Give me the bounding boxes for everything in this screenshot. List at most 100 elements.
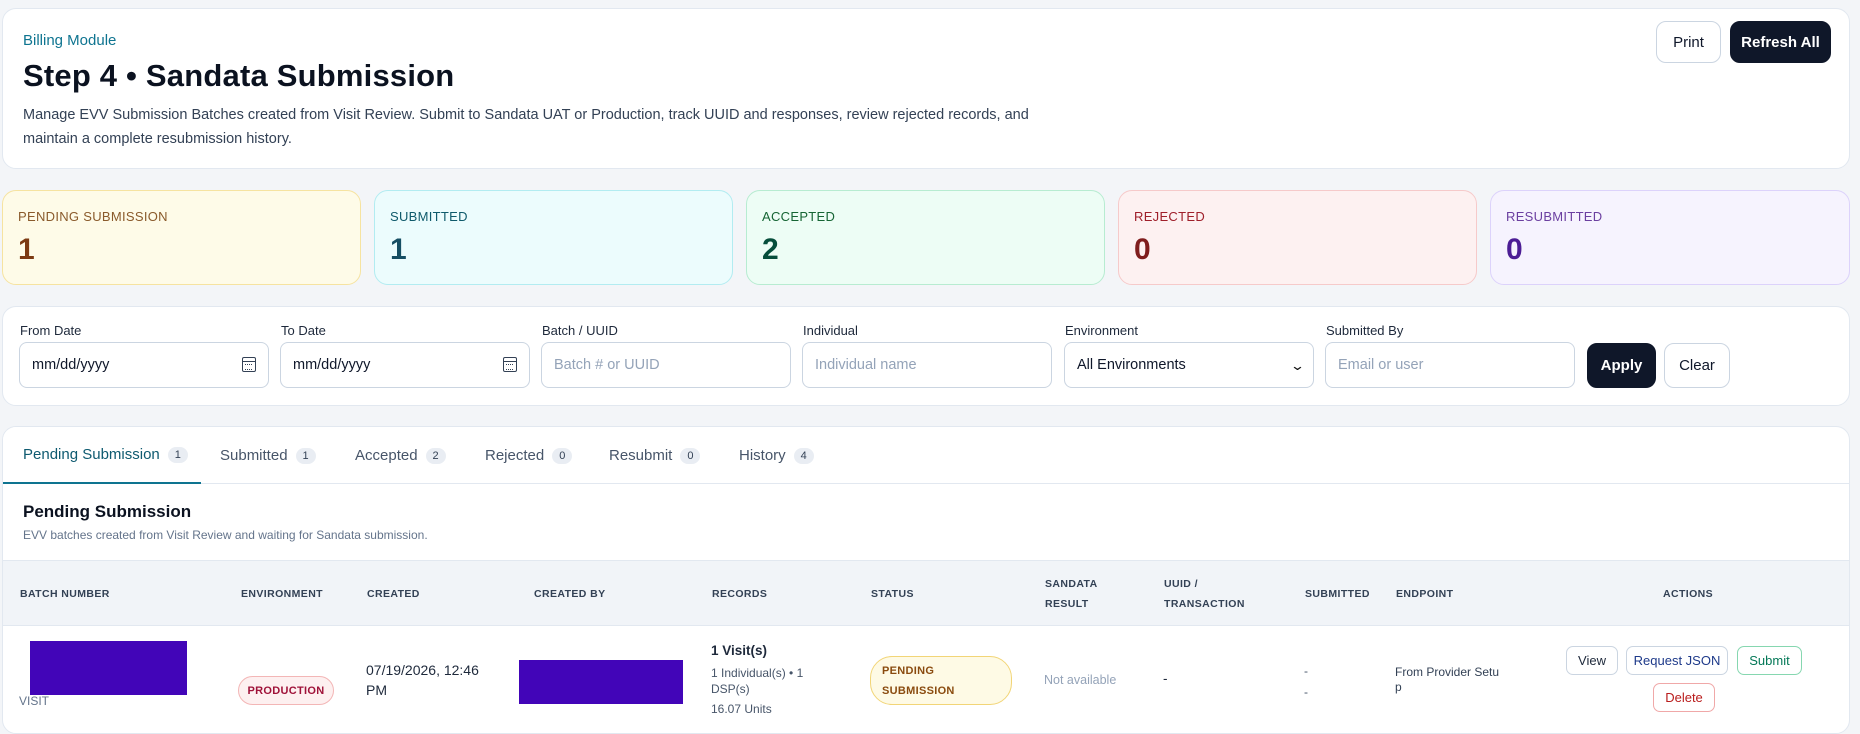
tab-resubmit[interactable]: Resubmit 0 xyxy=(609,427,701,484)
section-subtitle: EVV batches created from Visit Review an… xyxy=(23,528,428,542)
tab-pending-submission[interactable]: Pending Submission 1 xyxy=(3,427,201,484)
tab-count-badge: 0 xyxy=(680,447,701,464)
submitted-line2: - xyxy=(1304,685,1308,699)
tab-count-badge: 0 xyxy=(552,447,573,464)
environment-badge: PRODUCTION xyxy=(238,676,334,705)
col-submitted: SUBMITTED xyxy=(1305,588,1370,600)
stat-label: PENDING SUBMISSION xyxy=(18,209,168,224)
records-detail: 1 Individual(s) • 1 DSP(s) xyxy=(711,665,803,697)
stat-label: ACCEPTED xyxy=(762,209,836,224)
chevron-down-icon: ⌄ xyxy=(1289,358,1306,373)
endpoint-line1: From Provider Setu xyxy=(1395,665,1500,679)
col-uuid-line1: UUID / xyxy=(1164,578,1198,590)
col-sandata-result: SANDATA RESULT xyxy=(1045,574,1098,614)
stat-value: 1 xyxy=(18,233,35,266)
col-created-by: CREATED BY xyxy=(534,588,606,600)
created-datetime: 07/19/2026, 12:46 PM xyxy=(366,660,479,700)
tab-history[interactable]: History 4 xyxy=(739,427,814,484)
submitted-line1: - xyxy=(1304,664,1308,678)
col-status: STATUS xyxy=(871,588,914,600)
to-date-input[interactable]: mm/dd/yyyy xyxy=(280,342,530,388)
records-detail-line2: DSP(s) xyxy=(711,682,750,696)
stat-label: RESUBMITTED xyxy=(1506,209,1603,224)
tab-count-badge: 2 xyxy=(425,447,446,464)
clear-button[interactable]: Clear xyxy=(1664,343,1730,388)
records-units: 16.07 Units xyxy=(711,702,772,716)
batch-uuid-label: Batch / UUID xyxy=(542,323,618,338)
stat-value: 0 xyxy=(1506,233,1523,266)
col-sandata-result-line1: SANDATA xyxy=(1045,578,1098,590)
tab-rejected[interactable]: Rejected 0 xyxy=(485,427,573,484)
delete-button[interactable]: Delete xyxy=(1653,683,1715,712)
filter-bar: From Date mm/dd/yyyy To Date mm/dd/yyyy … xyxy=(2,306,1850,406)
records-title: 1 Visit(s) xyxy=(711,643,768,658)
calendar-icon[interactable] xyxy=(503,357,517,372)
stat-card-rejected: REJECTED 0 xyxy=(1118,190,1477,285)
from-date-value: mm/dd/yyyy xyxy=(32,357,110,373)
created-time: PM xyxy=(366,682,387,698)
endpoint-line2: p xyxy=(1395,680,1402,694)
tab-bar: Pending Submission 1 Submitted 1 Accepte… xyxy=(3,427,1849,484)
col-records: RECORDS xyxy=(712,588,768,600)
stat-label: SUBMITTED xyxy=(390,209,468,224)
tab-count-badge: 1 xyxy=(295,447,316,464)
tab-label: Accepted xyxy=(355,447,418,464)
from-date-label: From Date xyxy=(20,323,82,338)
status-line1: PENDING xyxy=(882,665,935,677)
stat-value: 2 xyxy=(762,233,779,266)
col-batch-number: BATCH NUMBER xyxy=(20,588,110,600)
to-date-value: mm/dd/yyyy xyxy=(293,357,371,373)
stat-card-resubmitted: RESUBMITTED 0 xyxy=(1490,190,1850,285)
module-label: Billing Module xyxy=(23,32,117,49)
uuid-value: - xyxy=(1163,671,1168,686)
tab-count-badge: 4 xyxy=(793,447,814,464)
status-badge: PENDING SUBMISSION xyxy=(870,656,1012,705)
batch-type: VISIT xyxy=(19,694,50,708)
stat-card-submitted: SUBMITTED 1 xyxy=(374,190,733,285)
stat-label: REJECTED xyxy=(1134,209,1206,224)
stat-card-pending: PENDING SUBMISSION 1 xyxy=(2,190,361,285)
tab-label: Resubmit xyxy=(609,447,673,464)
calendar-icon[interactable] xyxy=(242,357,256,372)
individual-label: Individual xyxy=(803,323,858,338)
to-date-label: To Date xyxy=(281,323,326,338)
batch-uuid-input[interactable]: Batch # or UUID xyxy=(541,342,791,388)
submitted-value: - - xyxy=(1304,661,1308,703)
apply-button[interactable]: Apply xyxy=(1587,343,1656,388)
col-endpoint: ENDPOINT xyxy=(1396,588,1454,600)
page-title: Step 4 • Sandata Submission xyxy=(23,58,455,93)
view-button[interactable]: View xyxy=(1566,646,1618,675)
submitted-by-input[interactable]: Email or user xyxy=(1325,342,1575,388)
tab-label: Pending Submission xyxy=(23,446,160,463)
col-actions: ACTIONS xyxy=(1663,588,1714,600)
request-json-button[interactable]: Request JSON xyxy=(1626,646,1728,675)
page-description: Manage EVV Submission Batches created fr… xyxy=(23,107,1029,147)
col-created: CREATED xyxy=(367,588,420,600)
tab-label: History xyxy=(739,447,786,464)
environment-select[interactable]: All Environments ⌄ xyxy=(1064,342,1314,388)
environment-label: Environment xyxy=(1065,323,1138,338)
sandata-result: Not available xyxy=(1044,673,1117,687)
created-date: 07/19/2026, 12:46 xyxy=(366,662,479,678)
submit-button[interactable]: Submit xyxy=(1737,646,1802,675)
print-button[interactable]: Print xyxy=(1656,21,1721,63)
tab-accepted[interactable]: Accepted 2 xyxy=(355,427,446,484)
tab-count-badge: 1 xyxy=(167,446,188,463)
page-header: Billing Module Step 4 • Sandata Submissi… xyxy=(2,8,1850,169)
submitted-by-label: Submitted By xyxy=(1326,323,1404,338)
individual-input[interactable]: Individual name xyxy=(802,342,1052,388)
table-header: BATCH NUMBER ENVIRONMENT CREATED CREATED… xyxy=(3,560,1849,626)
col-uuid-line2: TRANSACTION xyxy=(1164,598,1245,610)
tab-submitted[interactable]: Submitted 1 xyxy=(220,427,316,484)
refresh-all-button[interactable]: Refresh All xyxy=(1730,21,1831,63)
tab-label: Rejected xyxy=(485,447,545,464)
section-title: Pending Submission xyxy=(23,502,192,521)
endpoint-value: From Provider Setu p xyxy=(1395,665,1499,695)
col-environment: ENVIRONMENT xyxy=(241,588,323,600)
stat-value: 0 xyxy=(1134,233,1151,266)
from-date-input[interactable]: mm/dd/yyyy xyxy=(19,342,269,388)
records-detail-line1: 1 Individual(s) • 1 xyxy=(711,666,804,680)
col-sandata-result-line2: RESULT xyxy=(1045,598,1089,610)
environment-value: All Environments xyxy=(1077,357,1186,373)
stat-value: 1 xyxy=(390,233,407,266)
